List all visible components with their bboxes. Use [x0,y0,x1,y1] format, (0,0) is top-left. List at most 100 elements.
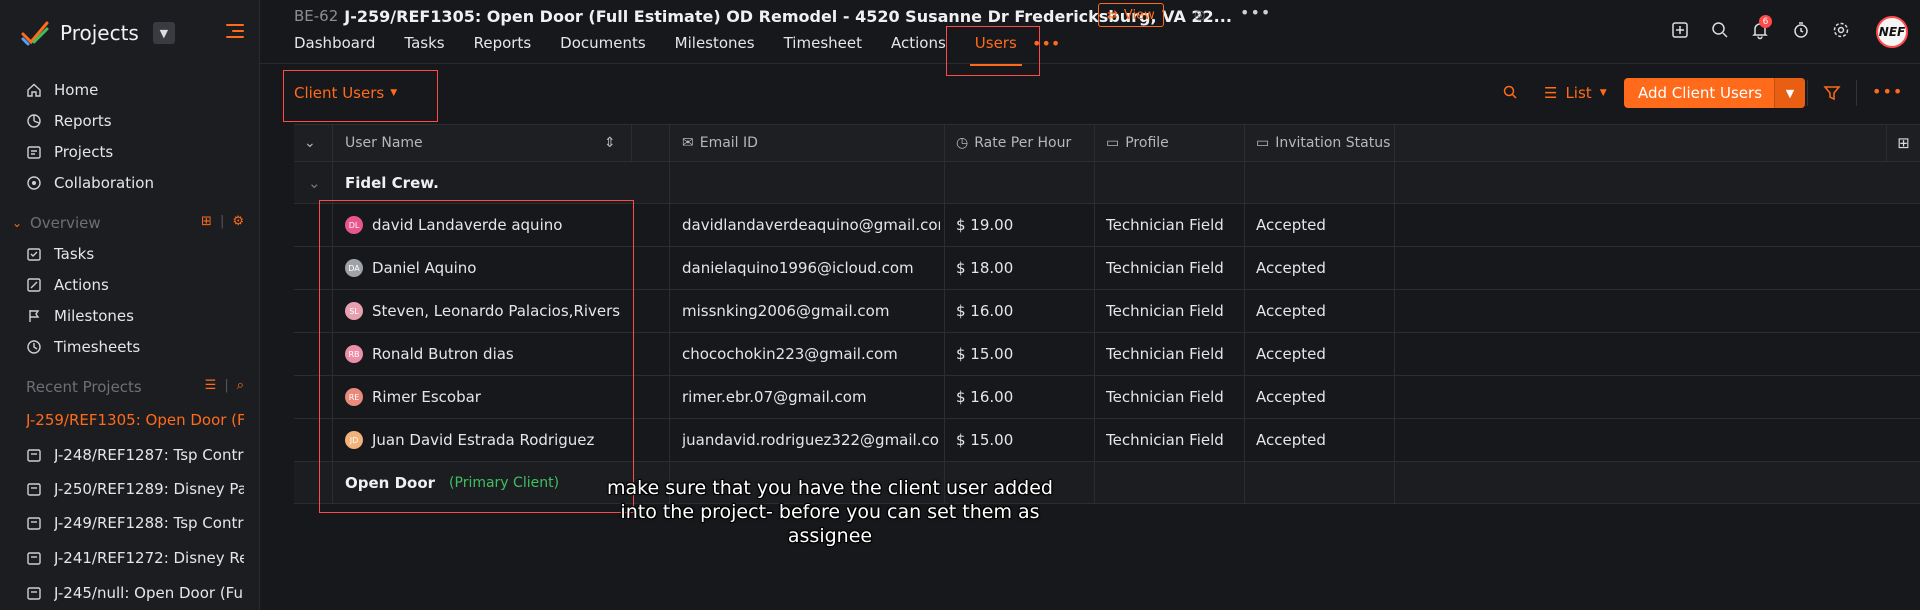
sidebar-item-tasks[interactable]: Tasks [26,243,94,265]
filter-icon[interactable] [1823,84,1841,106]
overview-label: Overview [30,214,101,232]
sidebar-item-milestones[interactable]: Milestones [26,305,134,327]
brand-dropdown-icon[interactable]: ▼ [152,22,175,44]
recent-projects-label: Recent Projects [26,378,142,396]
group-row[interactable]: ⌄ Fidel Crew. [294,162,1920,204]
sidebar-item-home[interactable]: Home [26,79,98,101]
tab-reports[interactable]: Reports [474,34,532,60]
user-avatar[interactable]: NEF [1876,16,1908,48]
tab-timesheet[interactable]: Timesheet [784,34,862,60]
filter-settings-icon[interactable]: ☰ [205,378,217,393]
recent-project-item[interactable]: J-259/REF1305: Open Door (Full Estimate)… [26,409,244,431]
timer-icon[interactable] [1791,20,1813,42]
column-header-profile[interactable]: ▭ Profile [1106,125,1246,161]
more-options-icon[interactable]: ••• [1240,3,1271,22]
tab-milestones[interactable]: Milestones [675,34,755,60]
email-cell: rimer.ebr.07@gmail.com [682,388,867,406]
rate-cell: $ 19.00 [956,216,1014,234]
chevron-down-icon: ⌄ [12,216,23,230]
sidebar-item-projects[interactable]: Projects [26,141,113,163]
add-icon[interactable]: ⊞ [201,214,212,229]
table-search-icon[interactable] [1502,84,1518,104]
rate-cell: $ 16.00 [956,388,1014,406]
profile-cell: Technician Field [1106,302,1224,320]
add-new-icon[interactable] [1670,20,1692,42]
collapse-all-icon[interactable]: ⌄ [304,125,324,161]
overview-section-header[interactable]: ⌄ Overview ⊞ | ⚙ [12,212,252,234]
view-mode-dropdown[interactable]: ☰ List ▼ [1544,84,1607,102]
status-cell: Accepted [1256,259,1326,277]
tab-actions[interactable]: Actions [891,34,946,60]
profile-cell: Technician Field [1106,431,1224,449]
highlight-client-users [283,70,438,122]
email-cell: missnking2006@gmail.com [682,302,890,320]
brand[interactable]: Projects ▼ [20,18,175,48]
reports-icon [26,113,42,129]
recent-project-item[interactable]: J-250/REF1289: Disney Park [26,478,244,500]
sort-icon[interactable]: ⇕ [604,125,620,161]
add-column-icon[interactable]: ⊞ [1886,124,1920,162]
link-icon: ⇄ [1107,7,1118,23]
collaboration-icon [26,175,42,191]
recent-project-item[interactable]: J-241/REF1272: Disney Resort [26,547,244,569]
profile-cell: Technician Field [1106,216,1224,234]
add-client-users-button[interactable]: Add Client Users ▼ [1624,78,1806,108]
project-icon [27,449,41,462]
sidebar-item-label: Actions [54,276,109,294]
projects-logo-icon [21,21,49,46]
settings-gear-icon[interactable] [1831,20,1853,42]
profile-cell: Technician Field [1106,345,1224,363]
email-cell: chocochokin223@gmail.com [682,345,898,363]
sidebar-item-label: Reports [54,112,112,130]
projects-icon [26,144,42,160]
sidebar-item-collaboration[interactable]: Collaboration [26,172,154,194]
sidebar-item-label: Tasks [54,245,95,263]
brand-title: Projects [60,21,139,45]
rate-cell: $ 15.00 [956,345,1014,363]
watch-icon[interactable]: ◎ [1194,8,1205,23]
view-button[interactable]: ⇄ View [1098,3,1164,27]
recent-project-item[interactable]: J-248/REF1287: Tsp Contractors [26,444,244,466]
status-cell: Accepted [1256,216,1326,234]
project-icon [27,483,41,496]
sidebar-item-reports[interactable]: Reports [26,110,112,132]
home-icon [26,82,42,98]
tab-documents[interactable]: Documents [560,34,646,60]
status-cell: Accepted [1256,345,1326,363]
mail-icon: ✉ [682,135,694,151]
id-card-icon: ▭ [1106,135,1120,151]
email-cell: juandavid.rodriguez322@gmail.com [682,431,940,449]
menu-toggle-icon[interactable] [226,24,244,38]
table-header: ⌄ User Name ⇕ ✉ Email ID ◷ Rate Per Hour ▭… [294,124,1920,162]
profile-cell: Technician Field [1106,388,1224,406]
status-cell: Accepted [1256,431,1326,449]
tab-dashboard[interactable]: Dashboard [294,34,375,60]
chevron-down-icon[interactable]: ⌄ [308,162,328,203]
recent-project-item[interactable]: J-245/null: Open Door (Full Estimate) [26,582,244,604]
project-icon [27,552,41,565]
highlight-user-names [319,200,634,513]
toolbar-more-icon[interactable]: ••• [1872,82,1903,101]
sidebar-item-actions[interactable]: Actions [26,274,109,296]
tab-tasks[interactable]: Tasks [404,34,444,60]
column-header-invitation-status[interactable]: ▭ Invitation Status [1256,125,1406,161]
column-header-rate[interactable]: ◷ Rate Per Hour [956,125,1096,161]
recent-project-item[interactable]: J-249/REF1288: Tsp Contractors [26,512,244,534]
sidebar-item-label: Collaboration [54,174,154,192]
column-header-email[interactable]: ✉ Email ID [682,125,952,161]
search-icon[interactable]: ⌕ [237,378,244,393]
rate-cell: $ 16.00 [956,302,1014,320]
project-code: BE-62 [294,7,339,25]
search-icon[interactable] [1710,20,1732,42]
add-options-dropdown-icon[interactable]: ▼ [1775,78,1806,108]
profile-cell: Technician Field [1106,259,1224,277]
settings-icon[interactable]: ⚙ [232,214,244,229]
email-cell: danielaquino1996@icloud.com [682,259,914,277]
project-icon [27,587,41,600]
timesheets-icon [26,339,42,355]
recent-projects-header: Recent Projects ☰ | ⌕ [26,378,244,396]
status-cell: Accepted [1256,302,1326,320]
sidebar-item-timesheets[interactable]: Timesheets [26,336,140,358]
stopwatch-icon: ◷ [956,135,969,151]
column-header-user-name[interactable]: User Name [345,125,625,161]
